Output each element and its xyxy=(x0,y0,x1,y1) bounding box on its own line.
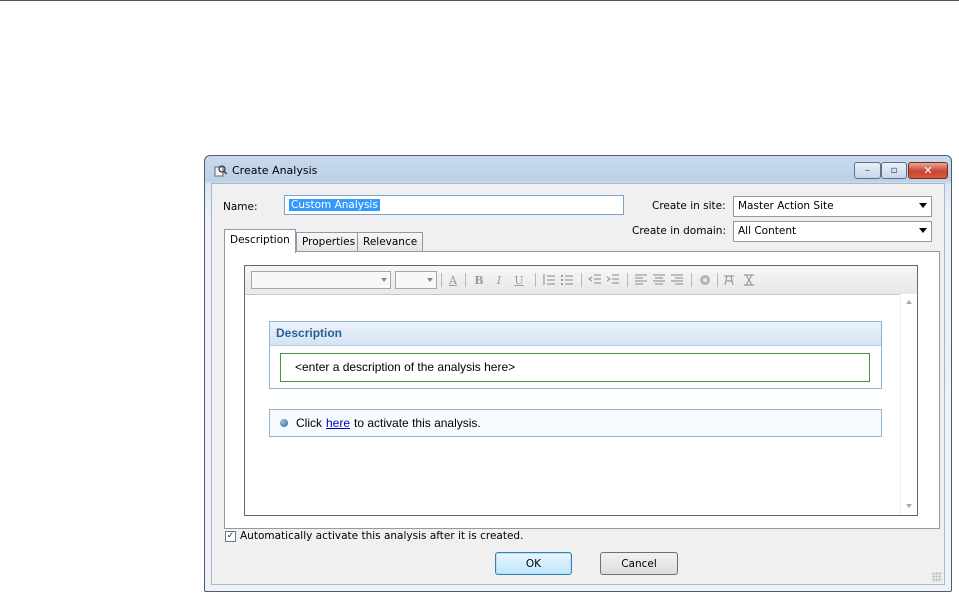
toolbar-separator xyxy=(627,273,628,287)
analysis-icon xyxy=(214,165,227,177)
activate-section: Click here to activate this analysis. xyxy=(269,409,882,437)
site-select[interactable]: Master Action Site xyxy=(733,196,932,217)
cancel-button[interactable]: Cancel xyxy=(600,552,678,575)
domain-label: Create in domain: xyxy=(632,225,726,237)
align-right-icon[interactable] xyxy=(669,272,685,288)
chevron-down-icon xyxy=(919,203,927,208)
top-divider xyxy=(0,0,959,1)
description-tab-panel: A B I U Description <enter a description… xyxy=(224,251,940,529)
toolbar-separator xyxy=(465,273,466,287)
toolbar-separator xyxy=(535,273,536,287)
font-size-select[interactable] xyxy=(395,271,437,289)
site-label: Create in site: xyxy=(652,200,726,212)
create-analysis-dialog: Create Analysis – ▫ ✕ Name: Custom Analy… xyxy=(204,155,952,592)
spellcheck-icon[interactable] xyxy=(721,272,737,288)
auto-activate-label: Automatically activate this analysis aft… xyxy=(240,530,524,542)
description-section: Description <enter a description of the … xyxy=(269,321,882,389)
rich-text-editor: A B I U Description <enter a description… xyxy=(244,265,918,516)
toolbar-separator xyxy=(581,273,582,287)
resize-grip[interactable] xyxy=(932,572,942,582)
minimize-button[interactable]: – xyxy=(854,162,881,179)
description-heading: Description xyxy=(270,322,881,346)
domain-select-value: All Content xyxy=(738,225,797,237)
close-button[interactable]: ✕ xyxy=(908,162,948,179)
outdent-icon[interactable] xyxy=(587,272,603,288)
site-select-value: Master Action Site xyxy=(738,200,834,212)
font-family-select[interactable] xyxy=(251,271,391,289)
scroll-down-icon[interactable] xyxy=(906,504,912,508)
tab-properties[interactable]: Properties xyxy=(296,232,362,252)
dialog-body: Name: Custom Analysis Create in site: Ma… xyxy=(211,183,945,585)
name-label: Name: xyxy=(223,201,258,213)
name-input[interactable]: Custom Analysis xyxy=(284,195,624,215)
chevron-down-icon xyxy=(381,278,387,282)
align-center-icon[interactable] xyxy=(651,272,667,288)
domain-select[interactable]: All Content xyxy=(733,221,932,242)
chevron-down-icon xyxy=(427,278,433,282)
window-title: Create Analysis xyxy=(232,164,318,177)
bold-icon[interactable]: B xyxy=(471,272,487,288)
editor-toolbar: A B I U xyxy=(245,266,917,295)
indent-icon[interactable] xyxy=(605,272,621,288)
clear-format-icon[interactable] xyxy=(741,272,757,288)
tab-description[interactable]: Description xyxy=(224,229,296,253)
activate-suffix: to activate this analysis. xyxy=(354,416,481,430)
activate-prefix: Click xyxy=(296,416,322,430)
insert-image-icon[interactable] xyxy=(697,272,713,288)
auto-activate-checkbox[interactable]: ✓ xyxy=(225,531,236,542)
ordered-list-icon[interactable] xyxy=(541,272,557,288)
italic-icon[interactable]: I xyxy=(491,272,507,288)
bullet-icon xyxy=(280,419,288,427)
align-left-icon[interactable] xyxy=(633,272,649,288)
ok-button[interactable]: OK xyxy=(495,552,572,575)
description-field[interactable]: <enter a description of the analysis her… xyxy=(280,353,870,382)
font-color-icon[interactable]: A xyxy=(445,272,461,288)
toolbar-separator xyxy=(691,273,692,287)
scroll-up-icon[interactable] xyxy=(906,300,912,304)
unordered-list-icon[interactable] xyxy=(559,272,575,288)
toolbar-separator xyxy=(717,273,718,287)
chevron-down-icon xyxy=(919,228,927,233)
toolbar-separator xyxy=(441,273,442,287)
maximize-button[interactable]: ▫ xyxy=(881,162,907,179)
underline-icon[interactable]: U xyxy=(511,272,527,288)
editor-scrollbar[interactable] xyxy=(900,294,917,515)
tab-relevance[interactable]: Relevance xyxy=(357,232,424,252)
activate-link[interactable]: here xyxy=(326,416,350,430)
name-input-value: Custom Analysis xyxy=(289,199,380,211)
